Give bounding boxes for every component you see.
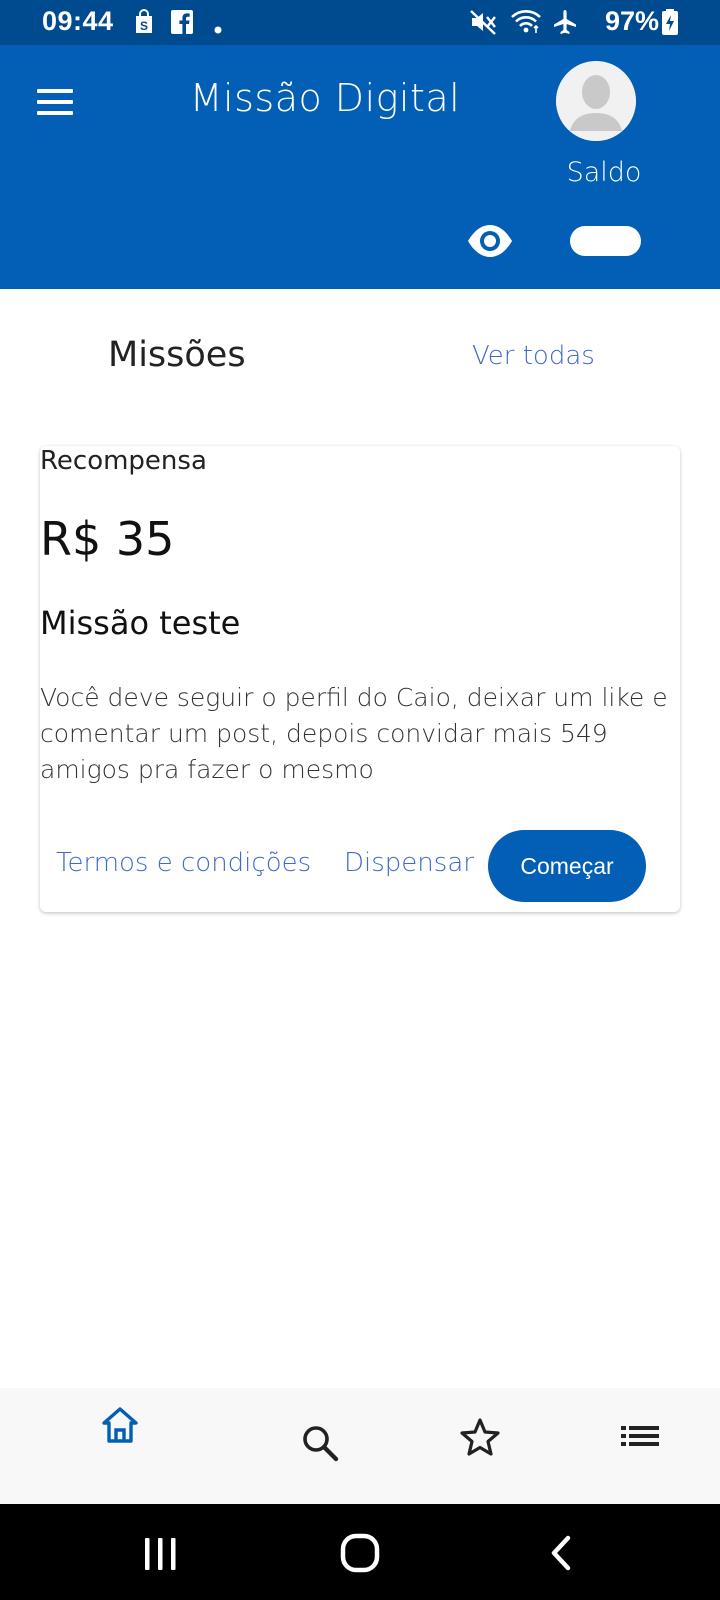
- dismiss-button[interactable]: Dispensar: [344, 848, 474, 878]
- battery-charging-icon: [662, 9, 678, 35]
- back-icon: [551, 1535, 571, 1571]
- wifi-icon: [511, 10, 541, 33]
- terms-link[interactable]: Termos e condições: [56, 848, 311, 878]
- notification-dot-icon: [214, 26, 222, 34]
- app-title: Missão Digital: [189, 76, 461, 120]
- status-time: 09:44: [42, 6, 114, 36]
- list-icon: [621, 1426, 659, 1446]
- reward-value: R$ 35: [40, 512, 175, 566]
- start-button[interactable]: Começar: [488, 830, 646, 902]
- bottom-nav: [0, 1388, 720, 1504]
- mission-card: Recompensa R$ 35 Missão teste Você deve …: [40, 446, 680, 912]
- nav-home[interactable]: [85, 1406, 155, 1476]
- menu-icon-line: [37, 100, 73, 104]
- menu-button[interactable]: [32, 85, 80, 129]
- nav-favorites[interactable]: [445, 1406, 515, 1476]
- facebook-icon: [171, 10, 193, 34]
- reward-label: Recompensa: [40, 446, 207, 476]
- svg-text:S: S: [140, 19, 148, 33]
- balance-hidden-value: [570, 226, 641, 256]
- eye-icon: [468, 225, 512, 257]
- mute-icon: [470, 10, 496, 35]
- toggle-balance-visibility-button[interactable]: [466, 223, 518, 263]
- recent-apps-button[interactable]: [130, 1528, 190, 1578]
- star-icon: [460, 1418, 500, 1456]
- app-header: Missão Digital Saldo: [0, 45, 720, 289]
- back-button[interactable]: [532, 1528, 592, 1578]
- mission-description: Você deve seguir o perfil do Caio, deixa…: [40, 683, 668, 784]
- nav-search[interactable]: [285, 1406, 355, 1476]
- menu-icon-line: [37, 111, 73, 115]
- menu-icon-line: [37, 89, 73, 93]
- avatar[interactable]: [556, 61, 636, 141]
- nav-list[interactable]: [605, 1406, 675, 1476]
- shopping-bag-icon: S: [136, 9, 152, 33]
- airplane-mode-icon: [554, 10, 576, 34]
- system-home-button[interactable]: [330, 1528, 390, 1578]
- status-bar: 09:44 S 97%: [0, 0, 720, 45]
- battery-percent: 97%: [605, 6, 660, 36]
- balance-label: Saldo: [566, 157, 642, 188]
- user-silhouette-icon: [556, 61, 636, 141]
- section-title: Missões: [108, 335, 246, 375]
- see-all-link[interactable]: Ver todas: [472, 341, 595, 371]
- recent-apps-icon: [145, 1538, 176, 1570]
- home-icon: [102, 1407, 138, 1443]
- home-circle-icon: [340, 1533, 380, 1573]
- mission-title: Missão teste: [40, 604, 241, 642]
- system-nav-bar: [0, 1504, 720, 1600]
- search-icon: [303, 1426, 339, 1462]
